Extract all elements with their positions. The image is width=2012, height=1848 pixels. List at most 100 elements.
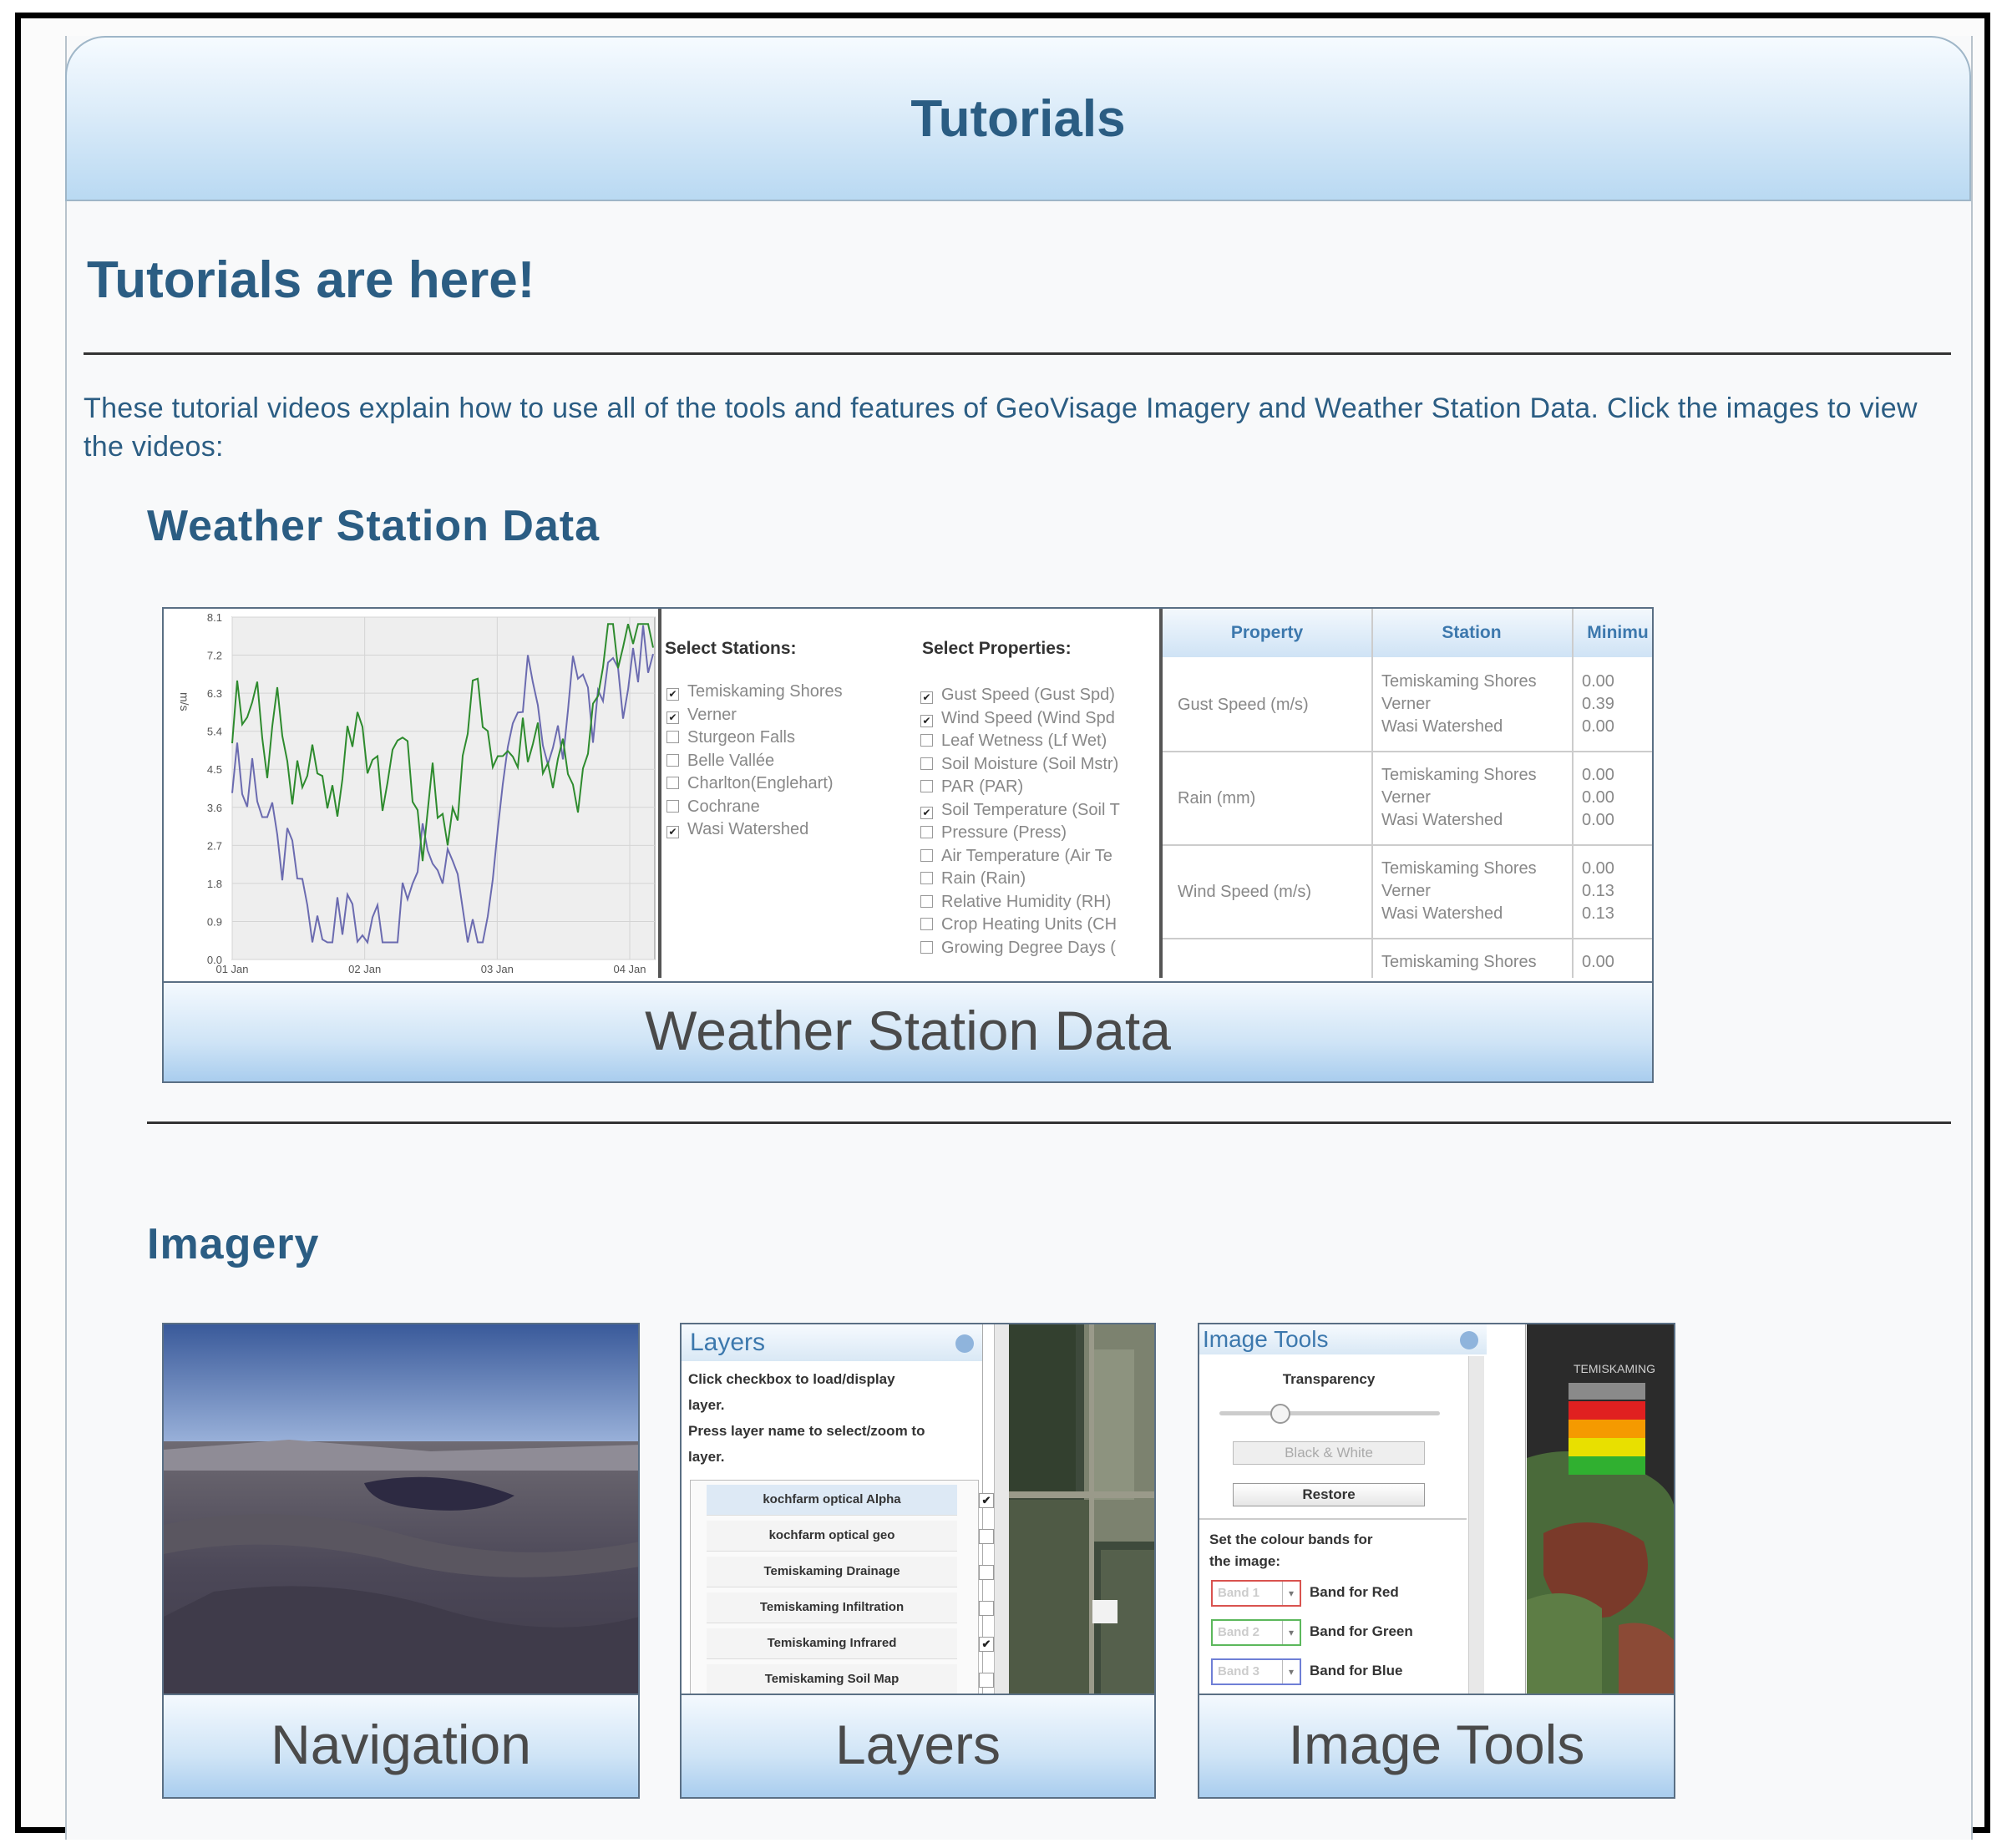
checkbox[interactable] <box>920 940 933 954</box>
checkbox[interactable] <box>920 757 933 770</box>
property-label: Soil Temperature (Soil T <box>941 800 1120 819</box>
property-checkbox-row[interactable]: Pressure (Press) <box>920 823 1067 843</box>
chevron-down-icon[interactable]: ▾ <box>1282 1660 1300 1683</box>
x-tick-label: 02 Jan <box>348 963 381 975</box>
checkbox[interactable] <box>920 826 933 838</box>
checkbox[interactable] <box>920 734 933 747</box>
layer-checkbox[interactable] <box>979 1529 994 1544</box>
y-tick-label: 3.6 <box>207 802 222 814</box>
property-checkbox-row[interactable]: Crop Heating Units (CH <box>920 915 1117 934</box>
layer-checkbox[interactable] <box>979 1673 994 1688</box>
station-checkbox-row[interactable]: ✔ Verner <box>666 706 737 725</box>
layer-row[interactable]: Temiskaming Drainage <box>707 1557 994 1587</box>
checkbox[interactable] <box>666 731 679 743</box>
property-checkbox-row[interactable]: Leaf Wetness (Lf Wet) <box>920 732 1107 751</box>
property-checkbox-row[interactable]: ✔ Soil Temperature (Soil T <box>920 801 1120 820</box>
layers-scrollbar[interactable] <box>994 1324 1010 1697</box>
legend-swatch <box>1569 1456 1645 1475</box>
navigation-video-thumbnail[interactable]: Navigation <box>162 1323 640 1799</box>
checkbox[interactable] <box>920 848 933 862</box>
station-label: Belle Vallée <box>687 751 775 770</box>
restore-button[interactable]: Restore <box>1233 1483 1425 1506</box>
imagery-section-title: Imagery <box>147 1220 320 1268</box>
checkbox[interactable]: ✔ <box>666 711 679 724</box>
layers-video-thumbnail[interactable]: Layers Click checkbox to load/display lay… <box>680 1323 1156 1799</box>
image-tools-panel-title: Image Tools <box>1199 1324 1487 1354</box>
checkbox[interactable] <box>666 799 679 813</box>
band-select[interactable]: Band 3 ▾ <box>1211 1658 1301 1685</box>
layer-checkbox[interactable] <box>979 1565 994 1580</box>
y-tick-label: 5.4 <box>207 726 222 738</box>
property-label: Crop Heating Units (CH <box>941 915 1117 934</box>
checkbox[interactable] <box>666 777 679 789</box>
layer-checkbox[interactable] <box>979 1601 994 1616</box>
navigation-card-label: Navigation <box>164 1694 638 1797</box>
band-select[interactable]: Band 1 ▾ <box>1211 1580 1301 1607</box>
image-tools-card-label: Image Tools <box>1199 1694 1674 1797</box>
checkbox[interactable]: ✔ <box>920 714 933 727</box>
checkbox[interactable]: ✔ <box>666 688 679 701</box>
layer-row[interactable]: kochfarm optical geo <box>707 1521 994 1552</box>
checkbox[interactable]: ✔ <box>920 806 933 819</box>
station-checkbox-row[interactable]: Sturgeon Falls <box>666 728 795 747</box>
layer-name: Temiskaming Infiltration <box>759 1600 905 1614</box>
checkbox[interactable] <box>920 872 933 884</box>
layer-row[interactable]: Temiskaming Infrared ✔ <box>707 1628 994 1659</box>
property-checkbox-row[interactable]: ✔ Gust Speed (Gust Spd) <box>920 686 1115 705</box>
property-label: Pressure (Press) <box>941 823 1067 842</box>
layers-card-label: Layers <box>682 1694 1154 1797</box>
page-header-title: Tutorials <box>910 90 1126 148</box>
station-checkbox-row[interactable]: Cochrane <box>666 797 760 817</box>
black-white-button[interactable]: Black & White <box>1233 1441 1425 1465</box>
panel-divider <box>1199 1518 1467 1520</box>
checkbox[interactable]: ✔ <box>666 826 679 838</box>
layer-name: Temiskaming Infrared <box>767 1636 897 1650</box>
checkbox[interactable]: ✔ <box>920 691 933 704</box>
weather-summary-table: Property Station Minimu Gust Speed (m/s) Tem… <box>1163 609 1652 1033</box>
info-icon <box>1460 1331 1478 1349</box>
property-label: Wind Speed (Wind Spd <box>941 708 1115 727</box>
info-icon <box>955 1334 974 1353</box>
property-checkbox-row[interactable]: Air Temperature (Air Te <box>920 847 1112 866</box>
map-overlay-text: TEMISKAMING <box>1574 1362 1655 1375</box>
layer-name: kochfarm optical Alpha <box>763 1492 901 1506</box>
property-checkbox-row[interactable]: Growing Degree Days ( <box>920 939 1116 958</box>
layer-row[interactable]: Temiskaming Infiltration <box>707 1592 994 1623</box>
checkbox[interactable] <box>920 780 933 792</box>
table-min-cell: 0.00 <box>1582 859 1614 878</box>
property-checkbox-row[interactable]: ✔ Wind Speed (Wind Spd <box>920 709 1115 728</box>
property-checkbox-row[interactable]: PAR (PAR) <box>920 777 1023 797</box>
layer-row[interactable]: Temiskaming Soil Map <box>707 1664 994 1695</box>
table-station-cell: Verner <box>1381 788 1431 807</box>
property-checkbox-row[interactable]: Rain (Rain) <box>920 869 1026 889</box>
weather-selectors: Select Stations: Select Properties: ✔ Tem… <box>661 609 1163 978</box>
tools-scrollbar[interactable] <box>1468 1356 1484 1697</box>
checkbox[interactable] <box>920 894 933 908</box>
band-select[interactable]: Band 2 ▾ <box>1211 1619 1301 1646</box>
layer-checkbox[interactable]: ✔ <box>979 1493 994 1508</box>
station-label: Charlton(Englehart) <box>687 774 834 792</box>
band-label: Band for Green <box>1310 1623 1413 1639</box>
weather-station-video-thumbnail[interactable]: 8.1 7.2 6.3 5.4 4.5 3.6 2.7 1.8 0.9 0.0 01 Jan 02 J… <box>162 607 1654 1083</box>
chevron-down-icon[interactable]: ▾ <box>1282 1621 1300 1644</box>
layer-checkbox[interactable]: ✔ <box>979 1637 994 1652</box>
property-checkbox-row[interactable]: Relative Humidity (RH) <box>920 893 1111 912</box>
slider-thumb[interactable] <box>1270 1404 1290 1424</box>
table-min-cell: 0.00 <box>1582 766 1614 784</box>
station-checkbox-row[interactable]: Charlton(Englehart) <box>666 774 834 793</box>
checkbox[interactable] <box>920 918 933 930</box>
station-checkbox-row[interactable]: Belle Vallée <box>666 752 774 771</box>
property-label: Soil Moisture (Soil Mstr) <box>941 754 1119 773</box>
table-col-divider <box>1371 609 1373 978</box>
transparency-slider[interactable] <box>1219 1404 1440 1424</box>
image-tools-video-thumbnail[interactable]: Image Tools Transparency Black & White R… <box>1198 1323 1675 1799</box>
checkbox[interactable] <box>666 753 679 767</box>
property-checkbox-row[interactable]: Soil Moisture (Soil Mstr) <box>920 755 1118 774</box>
chevron-down-icon[interactable]: ▾ <box>1282 1582 1300 1605</box>
layer-row[interactable]: kochfarm optical Alpha ✔ <box>707 1485 994 1516</box>
y-tick-label: 2.7 <box>207 839 222 852</box>
station-checkbox-row[interactable]: ✔ Temiskaming Shores <box>666 682 843 701</box>
station-checkbox-row[interactable]: ✔ Wasi Watershed <box>666 820 808 839</box>
table-station-cell: Wasi Watershed <box>1381 904 1503 923</box>
legend-swatch <box>1569 1383 1645 1400</box>
